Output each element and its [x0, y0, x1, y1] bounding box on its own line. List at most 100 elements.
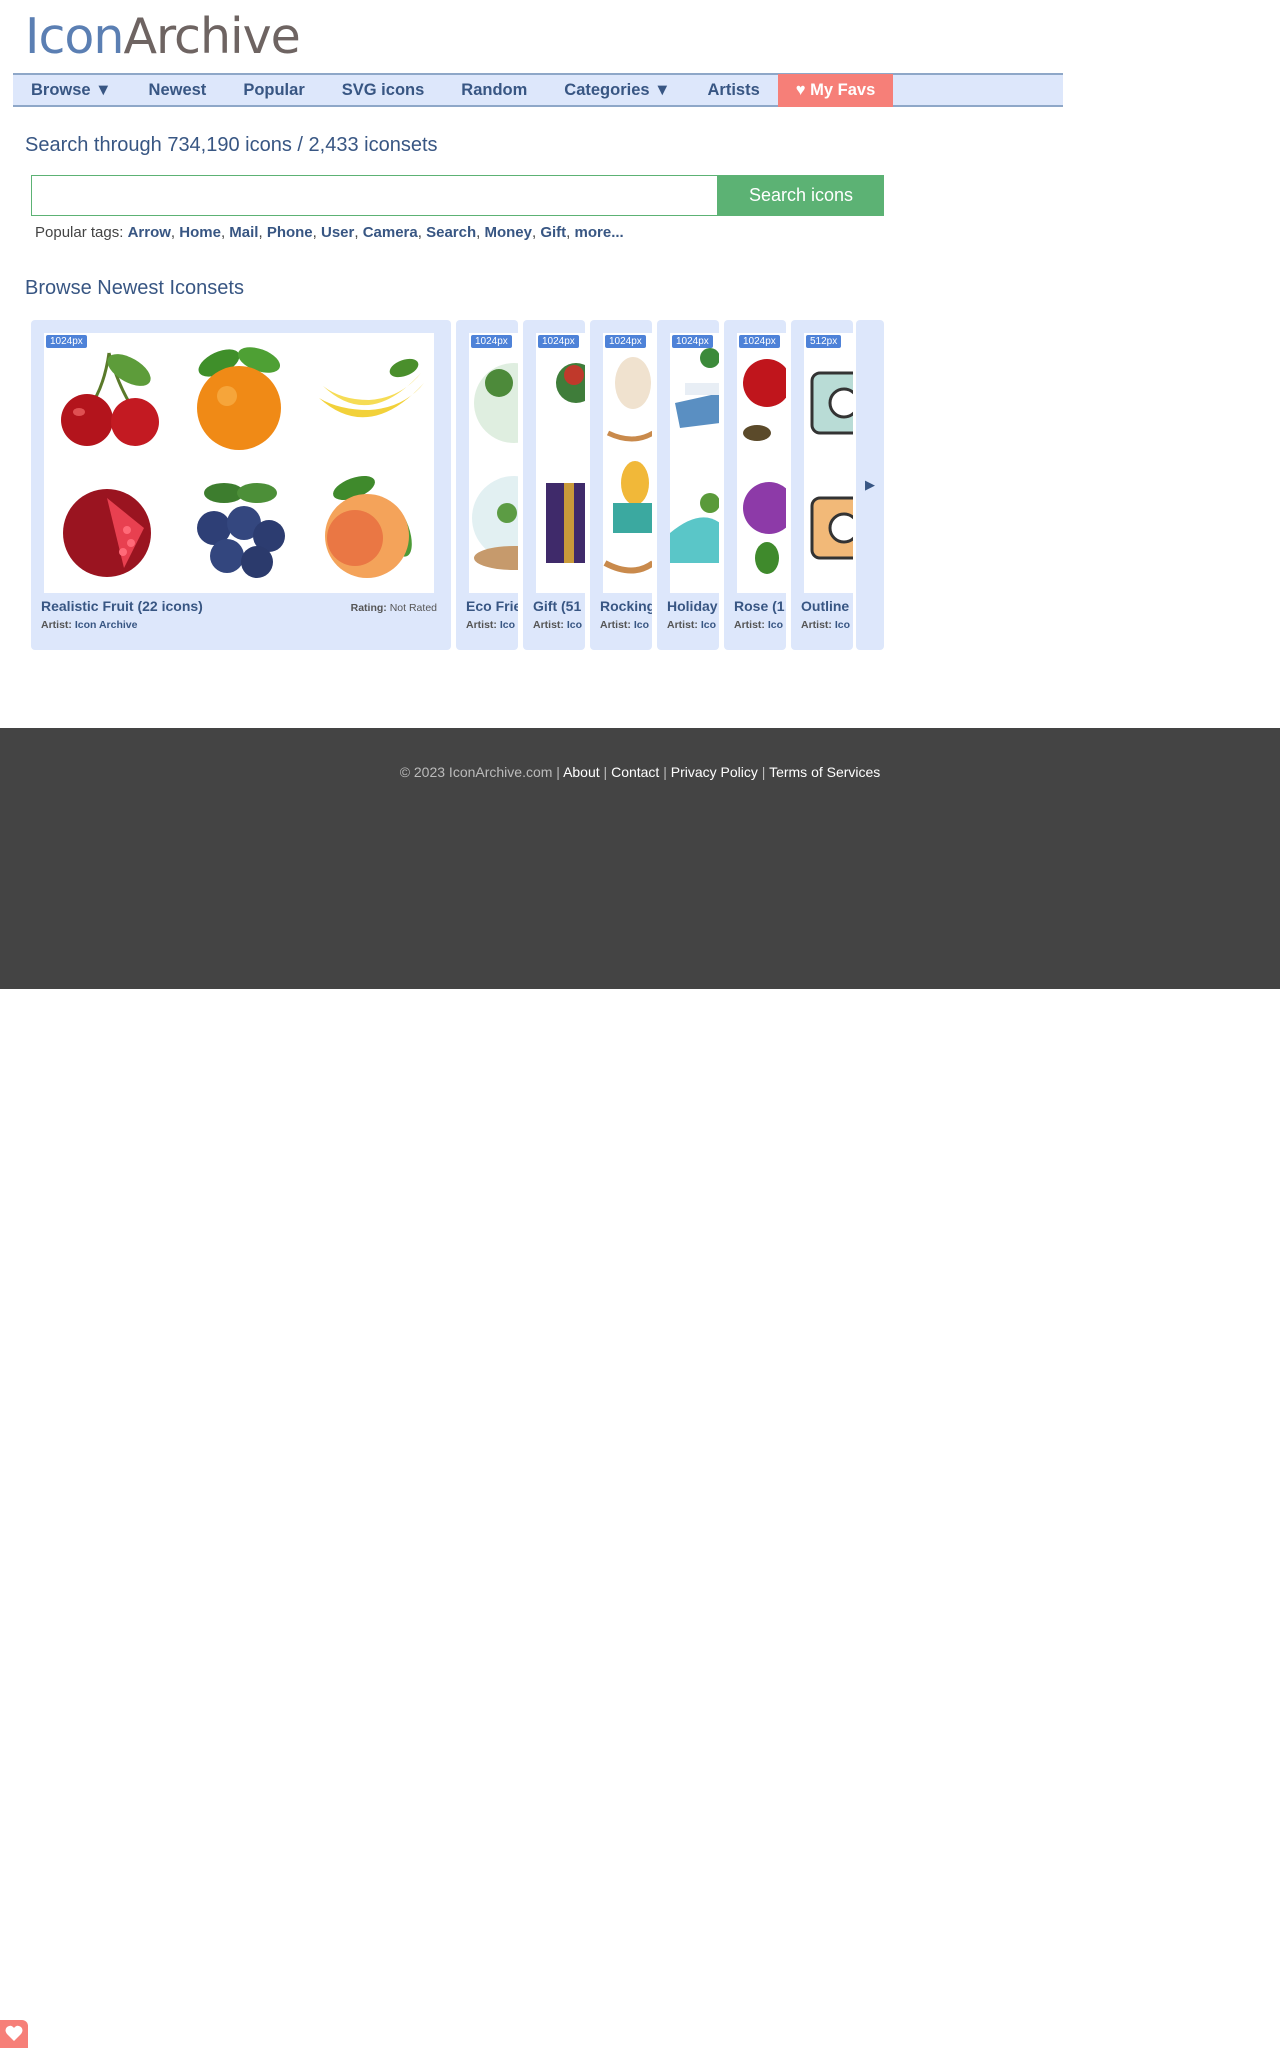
logo-part-archive: Archive [123, 8, 300, 65]
footer-links: © 2023 IconArchive.com | About | Contact… [0, 764, 1280, 780]
main-navbar: Browse ▼ Newest Popular SVG icons Random… [13, 73, 1063, 107]
iconset-title[interactable]: Eco Frie [466, 598, 518, 614]
peach-icon [304, 463, 434, 593]
size-badge: 1024px [739, 335, 780, 348]
chevron-right-icon: ▶ [865, 477, 875, 492]
iconset-card[interactable]: 1024px Holiday Artist: Ico [657, 320, 719, 650]
carousel-next-button[interactable]: ▶ [856, 320, 884, 650]
popular-tags: Popular tags: Arrow, Home, Mail, Phone, … [35, 224, 624, 241]
footer-about-link[interactable]: About [563, 764, 600, 780]
iconset-thumbnail[interactable]: 1024px [670, 333, 719, 593]
artist-link[interactable]: Ico [701, 619, 716, 631]
artist-label: Artist: [41, 619, 72, 631]
nav-random[interactable]: Random [461, 75, 527, 105]
tag-link[interactable]: Arrow [128, 224, 171, 241]
rocking-horse-icon [603, 357, 652, 574]
size-badge: 1024px [538, 335, 579, 348]
artist-label: Artist: [667, 619, 698, 631]
cherry-icon [44, 333, 174, 463]
iconset-card[interactable]: 512px Outline Artist: Ico [791, 320, 853, 650]
tag-link[interactable]: Money [484, 224, 532, 241]
iconset-thumbnail[interactable]: 1024px [469, 333, 518, 593]
iconset-artist: Artist: Ico [466, 619, 515, 631]
site-logo[interactable]: IconArchive [25, 8, 301, 66]
nav-artists[interactable]: Artists [707, 75, 759, 105]
gift-box-icon [546, 363, 585, 563]
nav-newest[interactable]: Newest [149, 75, 207, 105]
iconset-artist: Artist: Ico [533, 619, 582, 631]
search-heading: Search through 734,190 icons / 2,433 ico… [25, 134, 438, 156]
tag-link[interactable]: Phone [267, 224, 313, 241]
size-badge: 512px [806, 335, 842, 348]
footer-terms-link[interactable]: Terms of Services [769, 764, 880, 780]
iconset-artist: Artist: Ico [667, 619, 716, 631]
nav-browse[interactable]: Browse ▼ [31, 75, 112, 105]
rating-value: Not Rated [389, 602, 437, 614]
heart-icon[interactable] [0, 2020, 28, 2048]
iconset-artist: Artist: Icon Archive [41, 619, 137, 631]
tag-link[interactable]: Gift [540, 224, 566, 241]
nav-categories[interactable]: Categories ▼ [564, 75, 670, 105]
tag-link[interactable]: Home [179, 224, 221, 241]
orange-icon [174, 333, 304, 463]
artist-label: Artist: [600, 619, 631, 631]
tag-link[interactable]: Mail [229, 224, 258, 241]
iconset-title[interactable]: Outline [801, 598, 849, 614]
iconset-card[interactable]: 1024px Rose (1! Artist: Ico [724, 320, 786, 650]
iconset-title[interactable]: Rocking [600, 598, 652, 614]
blueberry-icon [174, 463, 304, 593]
tag-link[interactable]: User [321, 224, 354, 241]
size-badge: 1024px [471, 335, 512, 348]
camera-icon [810, 371, 853, 560]
iconset-title[interactable]: Realistic Fruit (22 icons) [41, 598, 203, 614]
iconset-card[interactable]: 1024px Realistic Fruit (22 icons) Rating… [31, 320, 451, 650]
nav-popular[interactable]: Popular [243, 75, 304, 105]
artist-label: Artist: [801, 619, 832, 631]
footer-separator: | [663, 764, 667, 780]
iconset-artist: Artist: Ico [600, 619, 649, 631]
nav-svg-icons[interactable]: SVG icons [342, 75, 425, 105]
iconset-rating: Rating: Not Rated [351, 602, 437, 614]
tag-link[interactable]: Search [426, 224, 476, 241]
iconset-card[interactable]: 1024px Gift (51 Artist: Ico [523, 320, 585, 650]
search-input[interactable] [31, 175, 718, 216]
rating-label: Rating: [350, 602, 387, 614]
artist-link[interactable]: Icon Archive [75, 619, 138, 631]
artist-link[interactable]: Ico [567, 619, 582, 631]
artist-link[interactable]: Ico [634, 619, 649, 631]
iconset-title[interactable]: Gift (51 [533, 598, 581, 614]
footer-separator: | [603, 764, 608, 780]
artist-link[interactable]: Ico [500, 619, 515, 631]
pomegranate-icon [44, 463, 174, 593]
iconset-thumbnail[interactable]: 512px [804, 333, 853, 593]
search-button[interactable]: Search icons [718, 175, 884, 216]
cruise-ship-icon [670, 348, 719, 563]
nav-my-favs[interactable]: ♥ My Favs [777, 73, 894, 107]
artist-link[interactable]: Ico [835, 619, 850, 631]
iconset-thumbnail[interactable]: 1024px [603, 333, 652, 593]
iconset-card[interactable]: 1024px Rocking Artist: Ico [590, 320, 652, 650]
copyright-text: © 2023 IconArchive.com | [399, 764, 560, 780]
iconset-artist: Artist: Ico [801, 619, 850, 631]
artist-link[interactable]: Ico [768, 619, 783, 631]
tag-more-link[interactable]: more... [575, 224, 624, 241]
footer-privacy-link[interactable]: Privacy Policy [671, 764, 758, 780]
iconset-card[interactable]: 1024px Eco Frie Artist: Ico [456, 320, 518, 650]
iconset-thumbnail[interactable]: 1024px [44, 333, 434, 593]
footer-contact-link[interactable]: Contact [611, 764, 659, 780]
browse-heading: Browse Newest Iconsets [25, 277, 244, 299]
iconset-thumbnail[interactable]: 1024px [536, 333, 585, 593]
eco-globe-icon [472, 363, 518, 570]
footer: © 2023 IconArchive.com | About | Contact… [0, 728, 1280, 989]
rose-icon [743, 359, 786, 574]
iconset-thumbnail[interactable]: 1024px [737, 333, 786, 593]
artist-label: Artist: [734, 619, 765, 631]
banana-icon [304, 333, 434, 463]
footer-separator: | [761, 764, 766, 780]
tag-link[interactable]: Camera [363, 224, 418, 241]
artist-label: Artist: [466, 619, 497, 631]
iconset-title[interactable]: Rose (1! [734, 598, 786, 614]
size-badge: 1024px [672, 335, 713, 348]
artist-label: Artist: [533, 619, 564, 631]
iconset-title[interactable]: Holiday [667, 598, 718, 614]
